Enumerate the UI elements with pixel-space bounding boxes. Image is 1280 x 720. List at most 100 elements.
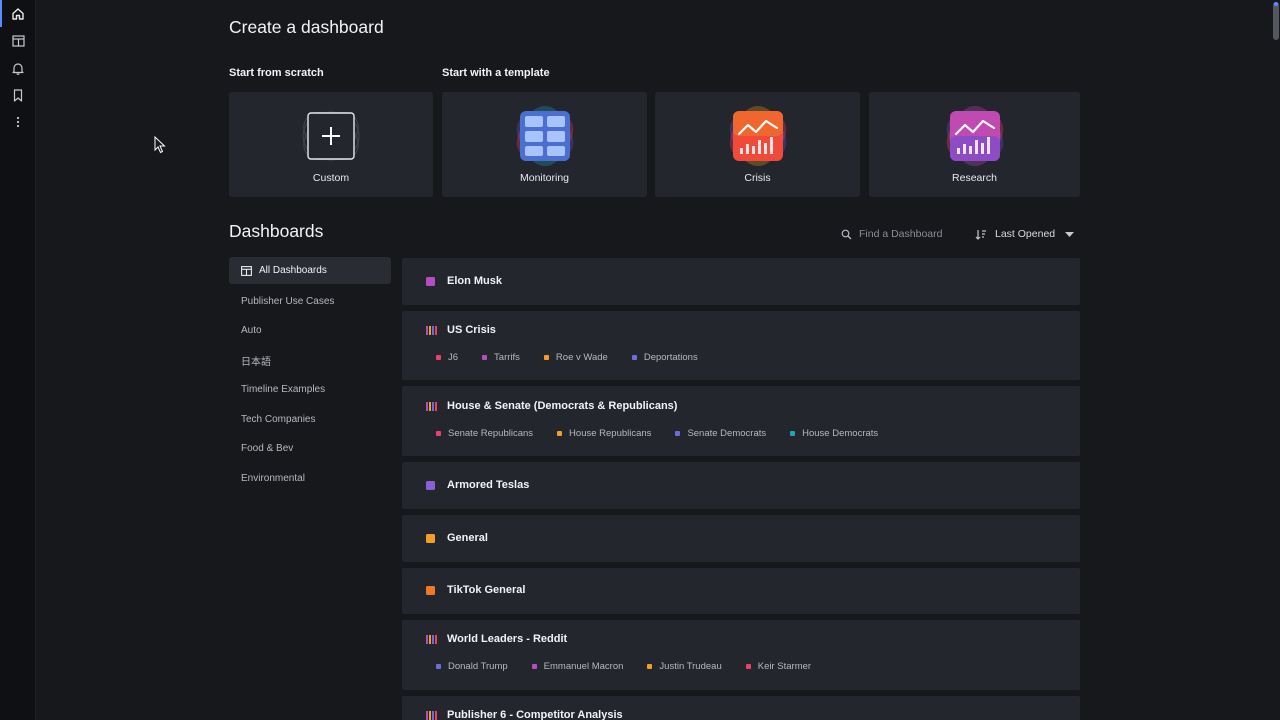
search-input[interactable]: Find a Dashboard <box>841 226 951 242</box>
sidebar-item-auto[interactable]: Auto <box>229 316 391 346</box>
tag-label: House Republicans <box>569 427 652 439</box>
sidebar-item-label: Publisher Use Cases <box>241 295 335 307</box>
start-with-template-label: Start with a template <box>442 67 550 79</box>
template-card-research[interactable]: Research <box>869 92 1080 197</box>
tag: Deportations <box>631 351 698 363</box>
tag-label: Deportations <box>643 351 698 363</box>
tag: Roe v Wade <box>543 351 608 363</box>
template-label-crisis: Crisis <box>744 172 771 184</box>
plus-icon <box>302 111 360 161</box>
layout-icon <box>241 265 252 276</box>
search-icon <box>841 229 852 239</box>
more-icon[interactable] <box>8 112 28 132</box>
tag-label: Senate Republicans <box>448 427 534 439</box>
template-card-monitoring[interactable]: Monitoring <box>442 92 647 197</box>
sidebar-item-label: Auto <box>241 325 262 337</box>
dashboard-row[interactable]: US Crisis J6 Tarrifs Roe v Wade Deportat… <box>402 311 1080 380</box>
dashboard-title: World Leaders - Reddit <box>447 633 568 645</box>
dashboard-row[interactable]: Armored Teslas <box>402 462 1080 509</box>
multi-series-icon <box>426 635 437 644</box>
dashboard-row[interactable]: House & Senate (Democrats & Republicans)… <box>402 386 1080 456</box>
sidebar-item-label: 日本語 <box>241 356 271 368</box>
sort-icon <box>975 229 986 240</box>
tag: Donald Trump <box>436 661 508 672</box>
sidebar-item-publisher-use-cases[interactable]: Publisher Use Cases <box>229 287 391 317</box>
multi-series-icon <box>426 711 437 720</box>
dashboard-title: TikTok General <box>447 584 526 596</box>
dashboard-title: Elon Musk <box>447 275 503 287</box>
dashboard-tags: Donald Trump Emmanuel Macron Justin Trud… <box>436 660 835 672</box>
tag: House Republicans <box>557 428 651 439</box>
tag: Justin Trudeau <box>647 660 722 672</box>
tag-label: Roe v Wade <box>555 351 608 363</box>
tag-label: Senate Democrats <box>687 427 767 439</box>
active-indicator <box>0 0 2 27</box>
page-title: Create a dashboard <box>229 17 384 37</box>
sidebar-item-label: All Dashboards <box>259 265 327 276</box>
dashboard-title: US Crisis <box>447 324 496 336</box>
tag: Senate Republicans <box>436 428 533 439</box>
layout-icon[interactable] <box>8 31 28 51</box>
sidebar-item-tech-companies[interactable]: Tech Companies <box>229 405 391 435</box>
dashboard-title: General <box>447 532 488 544</box>
dashboard-color-icon <box>426 481 435 490</box>
sidebar-item-label: Timeline Examples <box>241 384 326 396</box>
dashboard-title: Publisher 6 - Competitor Analysis <box>447 709 623 720</box>
dashboard-tags: Senate Republicans House Republicans Sen… <box>436 427 902 439</box>
tag-label: Donald Trump <box>448 660 508 672</box>
bookmark-icon[interactable] <box>8 85 28 105</box>
grid-icon <box>516 106 573 166</box>
page-scrollbar[interactable] <box>1272 0 1280 720</box>
dashboard-row[interactable]: Elon Musk <box>402 258 1080 305</box>
dashboard-color-icon <box>426 534 435 543</box>
sidebar-item-label: Environmental <box>241 472 305 484</box>
multi-series-icon <box>426 326 437 335</box>
sort-label: Last Opened <box>995 228 1056 240</box>
tag: Senate Democrats <box>675 428 766 439</box>
trend-chart-icon <box>946 106 1003 166</box>
template-label-monitoring: Monitoring <box>519 172 570 184</box>
template-card-crisis[interactable]: Crisis <box>655 92 860 197</box>
sidebar-item-all-dashboards[interactable]: All Dashboards <box>229 257 391 284</box>
template-label-custom: Custom <box>312 172 350 184</box>
scrollbar-thumb[interactable] <box>1273 2 1279 40</box>
tag-label: J6 <box>448 351 459 363</box>
dashboard-row[interactable]: Publisher 6 - Competitor Analysis <box>402 696 1080 720</box>
template-card-custom[interactable]: Custom <box>229 92 433 197</box>
dashboard-row[interactable]: TikTok General <box>402 568 1080 614</box>
sort-dropdown[interactable]: Last Opened <box>975 226 1075 242</box>
tag: House Democrats <box>790 428 878 439</box>
tag-label: Emmanuel Macron <box>543 660 624 672</box>
folder-sidebar: All Dashboards Publisher Use Cases Auto … <box>229 257 391 493</box>
sidebar-item-label: Food & Bev <box>241 443 294 455</box>
dashboard-title: Armored Teslas <box>447 479 530 491</box>
dashboard-title: House & Senate (Democrats & Republicans) <box>447 400 678 412</box>
tag-label: Tarrifs <box>494 351 520 363</box>
multi-series-icon <box>426 402 437 411</box>
template-label-research: Research <box>952 172 997 184</box>
tag-label: House Democrats <box>802 427 879 439</box>
tag-label: Keir Starmer <box>757 660 812 672</box>
dashboard-row[interactable]: General <box>402 515 1080 562</box>
tag-label: Justin Trudeau <box>659 660 722 672</box>
mouse-cursor-icon <box>154 136 166 154</box>
sidebar-item-label: Tech Companies <box>241 413 316 425</box>
notification-dot <box>1274 2 1278 6</box>
sidebar-item-food-bev[interactable]: Food & Bev <box>229 434 391 464</box>
dashboard-color-icon <box>426 586 435 595</box>
sidebar-item-environmental[interactable]: Environmental <box>229 464 391 494</box>
dashboard-row[interactable]: World Leaders - Reddit Donald Trump Emma… <box>402 620 1080 690</box>
dashboard-tags: J6 Tarrifs Roe v Wade Deportations <box>436 351 722 363</box>
bell-icon[interactable] <box>8 58 28 78</box>
tag: Tarrifs <box>482 352 520 363</box>
trend-chart-icon <box>729 106 786 166</box>
dashboard-color-icon <box>426 277 435 286</box>
sidebar-item-timeline-examples[interactable]: Timeline Examples <box>229 375 391 405</box>
sidebar-item-japanese[interactable]: 日本語 <box>229 346 391 376</box>
dashboards-title: Dashboards <box>229 221 324 241</box>
icon-rail <box>0 0 36 720</box>
start-from-scratch-label: Start from scratch <box>229 67 324 79</box>
tag: Keir Starmer <box>745 660 812 672</box>
home-icon[interactable] <box>8 4 28 24</box>
tag: J6 <box>436 352 458 363</box>
